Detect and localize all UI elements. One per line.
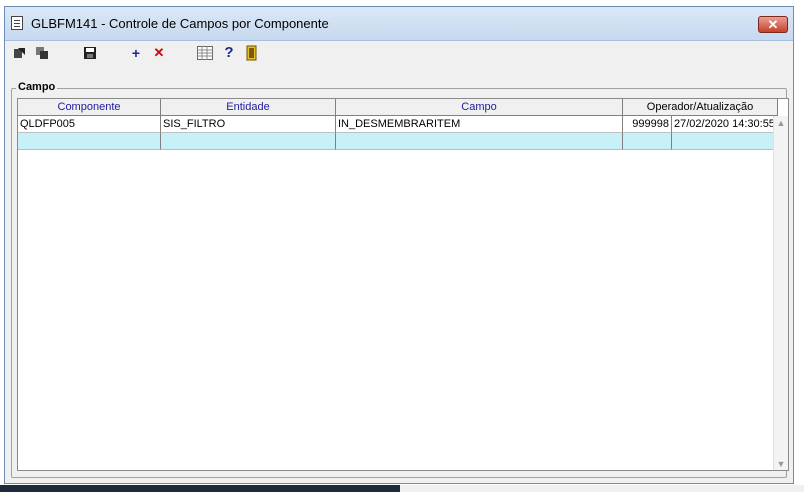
help-icon[interactable]: ? — [220, 44, 238, 62]
new-cell-componente[interactable] — [18, 133, 161, 150]
new-cell-entidade[interactable] — [161, 133, 336, 150]
cell-entidade[interactable]: SIS_FILTRO — [161, 116, 336, 133]
new-cell-atualizacao[interactable] — [672, 133, 778, 150]
toolbar: + ✕ ? — [5, 41, 793, 67]
add-icon[interactable]: + — [127, 44, 145, 62]
new-cell-campo[interactable] — [336, 133, 623, 150]
copy-icon[interactable] — [33, 44, 51, 62]
grid-icon[interactable] — [196, 44, 214, 62]
column-header-componente[interactable]: Componente — [18, 99, 161, 116]
cell-atualizacao[interactable]: 27/02/2020 14:30:55 — [672, 116, 778, 133]
campo-grid[interactable]: Componente Entidade Campo Operador/Atual… — [17, 98, 789, 471]
save-icon[interactable] — [81, 44, 99, 62]
cursor-icon[interactable] — [11, 44, 29, 62]
grid-header: Componente Entidade Campo Operador/Atual… — [18, 99, 778, 116]
column-header-entidade[interactable]: Entidade — [161, 99, 336, 116]
new-cell-operador[interactable] — [623, 133, 672, 150]
exit-icon[interactable] — [243, 44, 261, 62]
document-icon — [11, 16, 23, 30]
taskbar-strip — [0, 485, 400, 492]
scroll-up-icon[interactable]: ▲ — [774, 116, 788, 130]
table-row[interactable]: QLDFP005 SIS_FILTRO IN_DESMEMBRARITEM 99… — [18, 116, 778, 133]
delete-icon[interactable]: ✕ — [150, 44, 168, 62]
column-header-operador-atualizacao[interactable]: Operador/Atualização — [623, 99, 778, 116]
desktop-background — [0, 485, 804, 492]
column-header-campo[interactable]: Campo — [336, 99, 623, 116]
campo-group-label: Campo — [16, 81, 58, 93]
cell-operador[interactable]: 999998 — [623, 116, 672, 133]
window-title: GLBFM141 - Controle de Campos por Compon… — [31, 16, 329, 31]
title-bar[interactable]: GLBFM141 - Controle de Campos por Compon… — [5, 7, 793, 41]
new-row[interactable] — [18, 133, 778, 150]
main-window: GLBFM141 - Controle de Campos por Compon… — [4, 6, 794, 484]
close-button[interactable]: ✕ — [758, 16, 788, 33]
cell-campo[interactable]: IN_DESMEMBRARITEM — [336, 116, 623, 133]
scroll-down-icon[interactable]: ▼ — [774, 457, 788, 470]
cell-componente[interactable]: QLDFP005 — [18, 116, 161, 133]
vertical-scrollbar[interactable]: ▲ ▼ — [773, 116, 788, 470]
